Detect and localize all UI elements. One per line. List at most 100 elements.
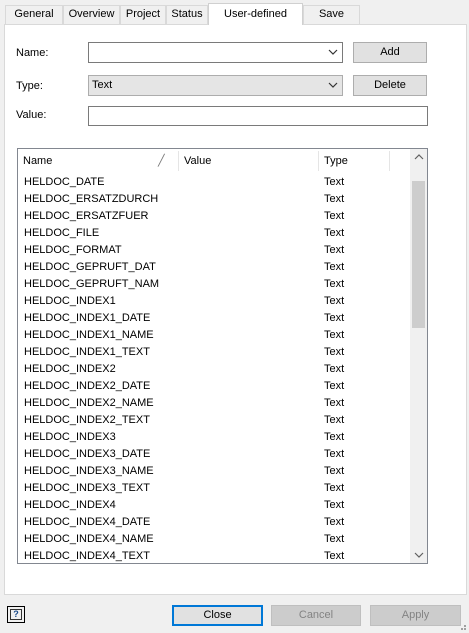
cell-type: Text — [324, 482, 345, 494]
cell-name: HELDOC_INDEX1 — [24, 295, 116, 307]
cell-name: HELDOC_INDEX2_TEXT — [24, 414, 150, 426]
list-item[interactable]: HELDOC_INDEX2_DATE Text — [18, 378, 410, 395]
resize-grip-icon[interactable] — [457, 621, 467, 631]
chevron-down-icon[interactable] — [327, 43, 339, 61]
close-button[interactable]: Close — [172, 605, 263, 626]
cell-type: Text — [324, 448, 345, 460]
context-help-icon[interactable]: ? — [7, 606, 25, 623]
cell-type: Text — [324, 431, 345, 443]
property-list[interactable]: Name ╱ Value Type HELDOC_DATE Text HELDOC_… — [17, 148, 428, 564]
cell-type: Text — [324, 465, 345, 477]
value-input[interactable] — [88, 106, 428, 126]
cell-name: HELDOC_INDEX1_DATE — [24, 312, 151, 324]
scroll-down-arrow-icon[interactable] — [410, 546, 427, 563]
cell-name: HELDOC_INDEX4 — [24, 499, 116, 511]
list-item[interactable]: HELDOC_INDEX1_DATE Text — [18, 310, 410, 327]
cell-type: Text — [324, 244, 345, 256]
list-item[interactable]: HELDOC_INDEX1_NAME Text — [18, 327, 410, 344]
cell-type: Text — [324, 397, 345, 409]
cell-type: Text — [324, 329, 345, 341]
cell-name: HELDOC_FORMAT — [24, 244, 122, 256]
cell-name: HELDOC_INDEX3_TEXT — [24, 482, 150, 494]
cell-type: Text — [324, 261, 345, 273]
cancel-button[interactable]: Cancel — [271, 605, 361, 626]
list-item[interactable]: HELDOC_INDEX1 Text — [18, 293, 410, 310]
tab-user-defined[interactable]: User-defined — [208, 3, 303, 25]
list-item[interactable]: HELDOC_INDEX4_NAME Text — [18, 531, 410, 548]
column-header-type[interactable]: Type — [319, 149, 389, 173]
list-item[interactable]: HELDOC_ERSATZFUER Text — [18, 208, 410, 225]
cell-type: Text — [324, 550, 345, 562]
tab-status[interactable]: Status — [166, 5, 208, 24]
scroll-up-arrow-icon[interactable] — [410, 149, 427, 166]
cell-name: HELDOC_ERSATZDURCH — [24, 193, 159, 205]
cell-name: HELDOC_FILE — [24, 227, 100, 239]
list-item[interactable]: HELDOC_INDEX3 Text — [18, 429, 410, 446]
cell-type: Text — [324, 414, 345, 426]
cell-name: HELDOC_INDEX3_NAME — [24, 465, 154, 477]
name-label: Name: — [16, 47, 49, 59]
list-item[interactable]: HELDOC_DATE Text — [18, 174, 410, 191]
cell-name: HELDOC_GEPRUFT_DAT — [24, 261, 156, 273]
type-value: Text — [92, 79, 113, 91]
apply-button[interactable]: Apply — [370, 605, 461, 626]
cell-type: Text — [324, 176, 345, 188]
name-combobox[interactable] — [88, 42, 343, 63]
chevron-down-icon[interactable] — [327, 76, 339, 94]
tab-overview[interactable]: Overview — [63, 5, 120, 24]
list-item[interactable]: HELDOC_INDEX4_TEXT Text — [18, 548, 410, 563]
column-resize-mark: ╱ — [158, 155, 165, 167]
list-item[interactable]: HELDOC_INDEX3_NAME Text — [18, 463, 410, 480]
cell-type: Text — [324, 193, 345, 205]
cell-name: HELDOC_GEPRUFT_NAM — [24, 278, 160, 290]
list-item[interactable]: HELDOC_INDEX3_DATE Text — [18, 446, 410, 463]
cell-name: HELDOC_INDEX3_DATE — [24, 448, 151, 460]
scrollbar-thumb[interactable] — [412, 181, 425, 328]
cell-type: Text — [324, 210, 345, 222]
tab-project[interactable]: Project — [120, 5, 166, 24]
tab-general[interactable]: General — [5, 5, 63, 24]
tab-strip: General Overview Project Status User-def… — [0, 0, 469, 25]
list-item[interactable]: HELDOC_INDEX2_TEXT Text — [18, 412, 410, 429]
list-item[interactable]: HELDOC_GEPRUFT_NAM Text — [18, 276, 410, 293]
cell-type: Text — [324, 346, 345, 358]
list-item[interactable]: HELDOC_FILE Text — [18, 225, 410, 242]
cell-name: HELDOC_INDEX2_NAME — [24, 397, 154, 409]
cell-name: HELDOC_ERSATZFUER — [24, 210, 149, 222]
cell-type: Text — [324, 499, 345, 511]
vertical-scrollbar[interactable] — [410, 149, 427, 563]
cell-type: Text — [324, 380, 345, 392]
cell-type: Text — [324, 278, 345, 290]
cell-name: HELDOC_INDEX1_TEXT — [24, 346, 150, 358]
list-item[interactable]: HELDOC_ERSATZDURCH Text — [18, 191, 410, 208]
cell-type: Text — [324, 516, 345, 528]
type-combobox[interactable]: Text — [88, 75, 343, 96]
cell-type: Text — [324, 533, 345, 545]
column-divider[interactable] — [389, 151, 390, 171]
list-item[interactable]: HELDOC_FORMAT Text — [18, 242, 410, 259]
cell-type: Text — [324, 295, 345, 307]
list-item[interactable]: HELDOC_INDEX2 Text — [18, 361, 410, 378]
cell-name: HELDOC_DATE — [24, 176, 105, 188]
add-button[interactable]: Add — [353, 42, 427, 63]
list-header: Name ╱ Value Type — [18, 149, 410, 173]
cell-type: Text — [324, 227, 345, 239]
type-label: Type: — [16, 80, 43, 92]
list-item[interactable]: HELDOC_GEPRUFT_DAT Text — [18, 259, 410, 276]
list-item[interactable]: HELDOC_INDEX4_DATE Text — [18, 514, 410, 531]
list-item[interactable]: HELDOC_INDEX3_TEXT Text — [18, 480, 410, 497]
tab-save[interactable]: Save — [303, 5, 360, 24]
column-header-value[interactable]: Value — [179, 149, 318, 173]
list-rows: HELDOC_DATE Text HELDOC_ERSATZDURCH Text HEL… — [18, 174, 410, 563]
column-header-name[interactable]: Name — [18, 149, 178, 173]
cell-name: HELDOC_INDEX4_DATE — [24, 516, 151, 528]
cell-name: HELDOC_INDEX1_NAME — [24, 329, 154, 341]
value-label: Value: — [16, 109, 47, 121]
cell-name: HELDOC_INDEX2_DATE — [24, 380, 151, 392]
cell-name: HELDOC_INDEX4_NAME — [24, 533, 154, 545]
list-item[interactable]: HELDOC_INDEX1_TEXT Text — [18, 344, 410, 361]
list-item[interactable]: HELDOC_INDEX4 Text — [18, 497, 410, 514]
cell-name: HELDOC_INDEX4_TEXT — [24, 550, 150, 562]
list-item[interactable]: HELDOC_INDEX2_NAME Text — [18, 395, 410, 412]
delete-button[interactable]: Delete — [353, 75, 427, 96]
